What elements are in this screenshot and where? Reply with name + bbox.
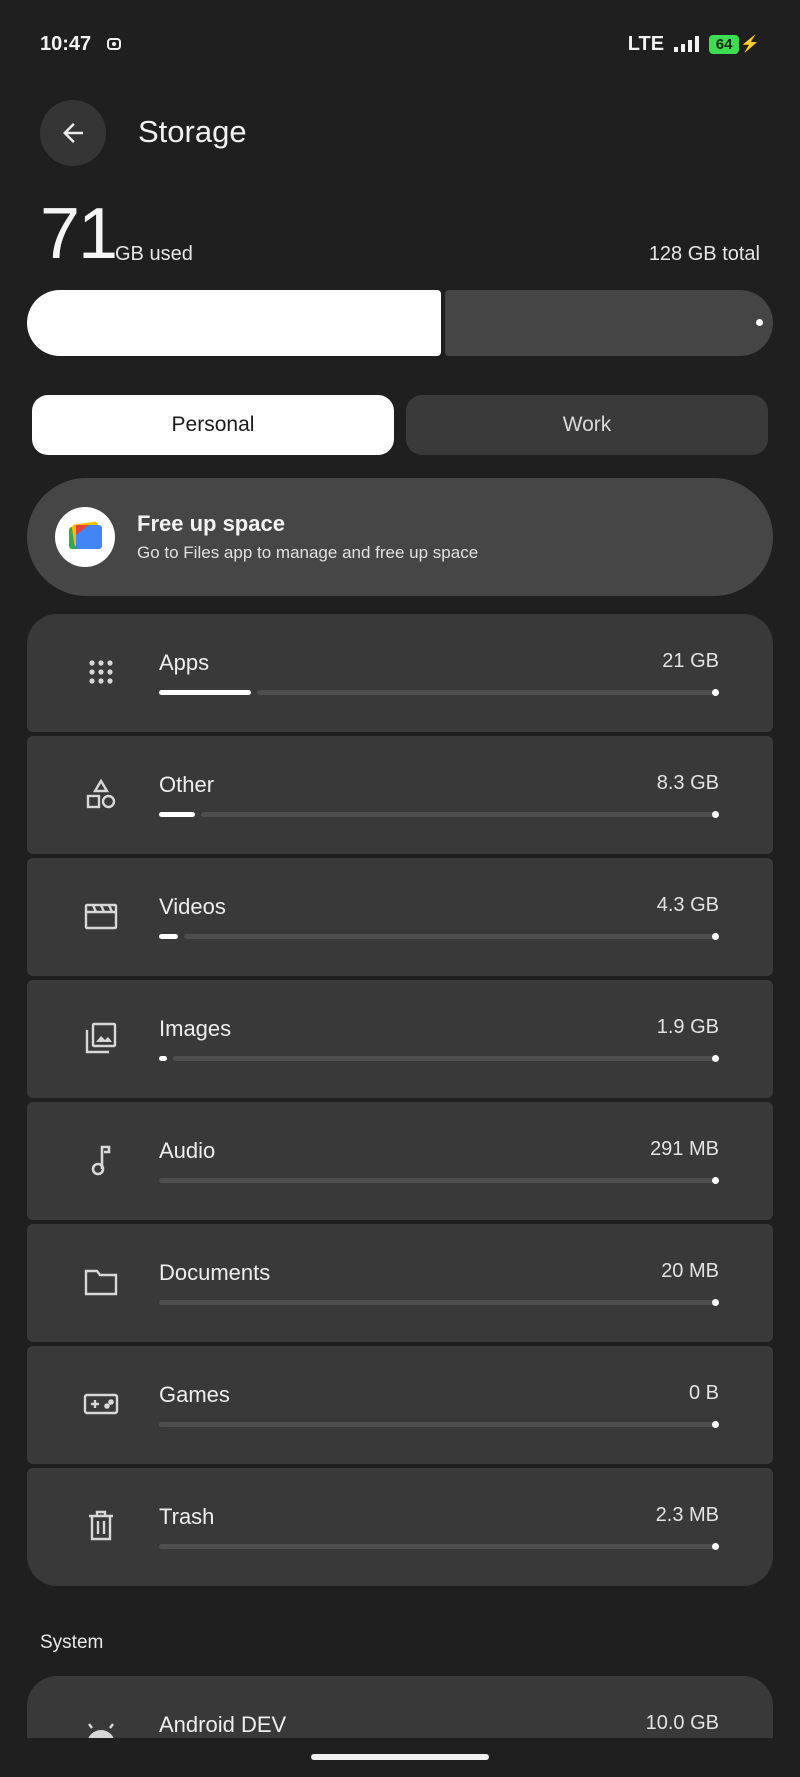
music-note-icon	[83, 1142, 119, 1178]
status-indicators: LTE 64 ⚡	[628, 33, 760, 56]
category-size: 1.9 GB	[656, 1016, 719, 1038]
progress-end-dot	[712, 1177, 719, 1184]
battery-icon: 64 ⚡	[709, 34, 760, 54]
category-label: Apps	[159, 650, 210, 675]
category-size: 0 B	[688, 1382, 719, 1404]
progress-end-dot	[712, 689, 719, 696]
category-size: 2.3 MB	[655, 1504, 719, 1526]
progress-used	[159, 690, 251, 695]
tab-work[interactable]: Work	[406, 395, 768, 455]
category-progress	[159, 1421, 719, 1428]
progress-end-dot	[712, 1055, 719, 1062]
category-progress	[159, 811, 719, 818]
usage-bar-used	[27, 290, 441, 356]
category-size: 291 MB	[650, 1138, 719, 1160]
tab-personal[interactable]: Personal	[32, 395, 394, 455]
category-list: Apps 21 GB Other 8.3 GB Videos 4.3 GB Im…	[27, 614, 773, 1590]
category-size: 20 MB	[661, 1260, 719, 1282]
apps-grid-icon	[83, 654, 119, 690]
back-button[interactable]	[40, 100, 106, 166]
progress-end-dot	[712, 1299, 719, 1306]
progress-remaining	[201, 812, 719, 817]
category-other[interactable]: Other 8.3 GB	[27, 736, 773, 854]
gesture-nav-handle[interactable]	[311, 1754, 489, 1760]
storage-usage-bar	[27, 290, 773, 356]
shapes-icon	[83, 776, 119, 812]
status-time: 10:47	[40, 32, 92, 55]
folder-icon	[83, 1264, 119, 1300]
progress-remaining	[159, 1544, 719, 1549]
system-item-size: 10.0 GB	[645, 1712, 719, 1734]
category-size: 8.3 GB	[656, 772, 719, 794]
profile-tabs: Personal Work	[32, 395, 768, 455]
arrow-left-icon	[63, 123, 83, 143]
category-label: Trash	[159, 1504, 215, 1529]
progress-end-dot	[712, 811, 719, 818]
charging-icon: ⚡	[740, 36, 760, 53]
usage-bar-free	[445, 290, 773, 356]
gamepad-icon	[83, 1386, 119, 1422]
storage-screen: 10:47 LTE 64 ⚡ Storage 71 GB used 128 GB…	[0, 0, 800, 1777]
progress-used	[159, 1056, 167, 1061]
category-progress	[159, 933, 719, 940]
progress-end-dot	[712, 1421, 719, 1428]
system-section-label: System	[40, 1632, 104, 1653]
category-apps[interactable]: Apps 21 GB	[27, 614, 773, 732]
battery-level: 64	[709, 34, 740, 54]
used-amount: 71	[40, 194, 118, 274]
category-images[interactable]: Images 1.9 GB	[27, 980, 773, 1098]
category-label: Other	[159, 772, 215, 797]
total-capacity: 128 GB total	[648, 243, 760, 265]
files-app-icon	[55, 507, 115, 567]
system-item-label: Android DEV	[159, 1712, 287, 1737]
progress-used	[159, 934, 178, 939]
category-videos[interactable]: Videos 4.3 GB	[27, 858, 773, 976]
network-type: LTE	[627, 32, 665, 55]
progress-remaining	[184, 934, 719, 939]
category-audio[interactable]: Audio 291 MB	[27, 1102, 773, 1220]
image-gallery-icon	[83, 1020, 119, 1056]
trash-icon	[83, 1508, 119, 1544]
progress-end-dot	[712, 933, 719, 940]
category-games[interactable]: Games 0 B	[27, 1346, 773, 1464]
category-progress	[159, 1177, 719, 1184]
category-label: Games	[159, 1382, 230, 1407]
free-up-text: Free up space Go to Files app to manage …	[137, 511, 478, 563]
page-title: Storage	[138, 114, 247, 149]
category-size: 4.3 GB	[656, 894, 719, 916]
category-size: 21 GB	[662, 650, 719, 672]
free-up-space-card[interactable]: Free up space Go to Files app to manage …	[27, 478, 773, 596]
movie-clapper-icon	[83, 898, 119, 934]
category-label: Audio	[159, 1138, 216, 1163]
progress-remaining	[257, 690, 719, 695]
status-bar: 10:47 LTE 64 ⚡	[40, 28, 760, 60]
category-label: Documents	[159, 1260, 271, 1285]
progress-end-dot	[712, 1543, 719, 1550]
progress-remaining	[173, 1056, 719, 1061]
free-up-title: Free up space	[137, 511, 285, 536]
category-trash[interactable]: Trash 2.3 MB	[27, 1468, 773, 1586]
category-progress	[159, 1543, 719, 1550]
free-up-subtitle: Go to Files app to manage and free up sp…	[137, 543, 479, 562]
screen-record-icon	[107, 38, 122, 50]
usage-bar-end-dot	[756, 319, 763, 326]
used-unit: GB used	[115, 243, 193, 265]
progress-remaining	[159, 1178, 719, 1183]
category-documents[interactable]: Documents 20 MB	[27, 1224, 773, 1342]
category-progress	[159, 689, 719, 696]
category-progress	[159, 1299, 719, 1306]
category-progress	[159, 1055, 719, 1062]
category-label: Videos	[159, 894, 226, 919]
progress-used	[159, 812, 195, 817]
progress-remaining	[159, 1422, 719, 1427]
signal-icon	[674, 36, 700, 52]
progress-remaining	[159, 1300, 719, 1305]
category-label: Images	[159, 1016, 232, 1041]
